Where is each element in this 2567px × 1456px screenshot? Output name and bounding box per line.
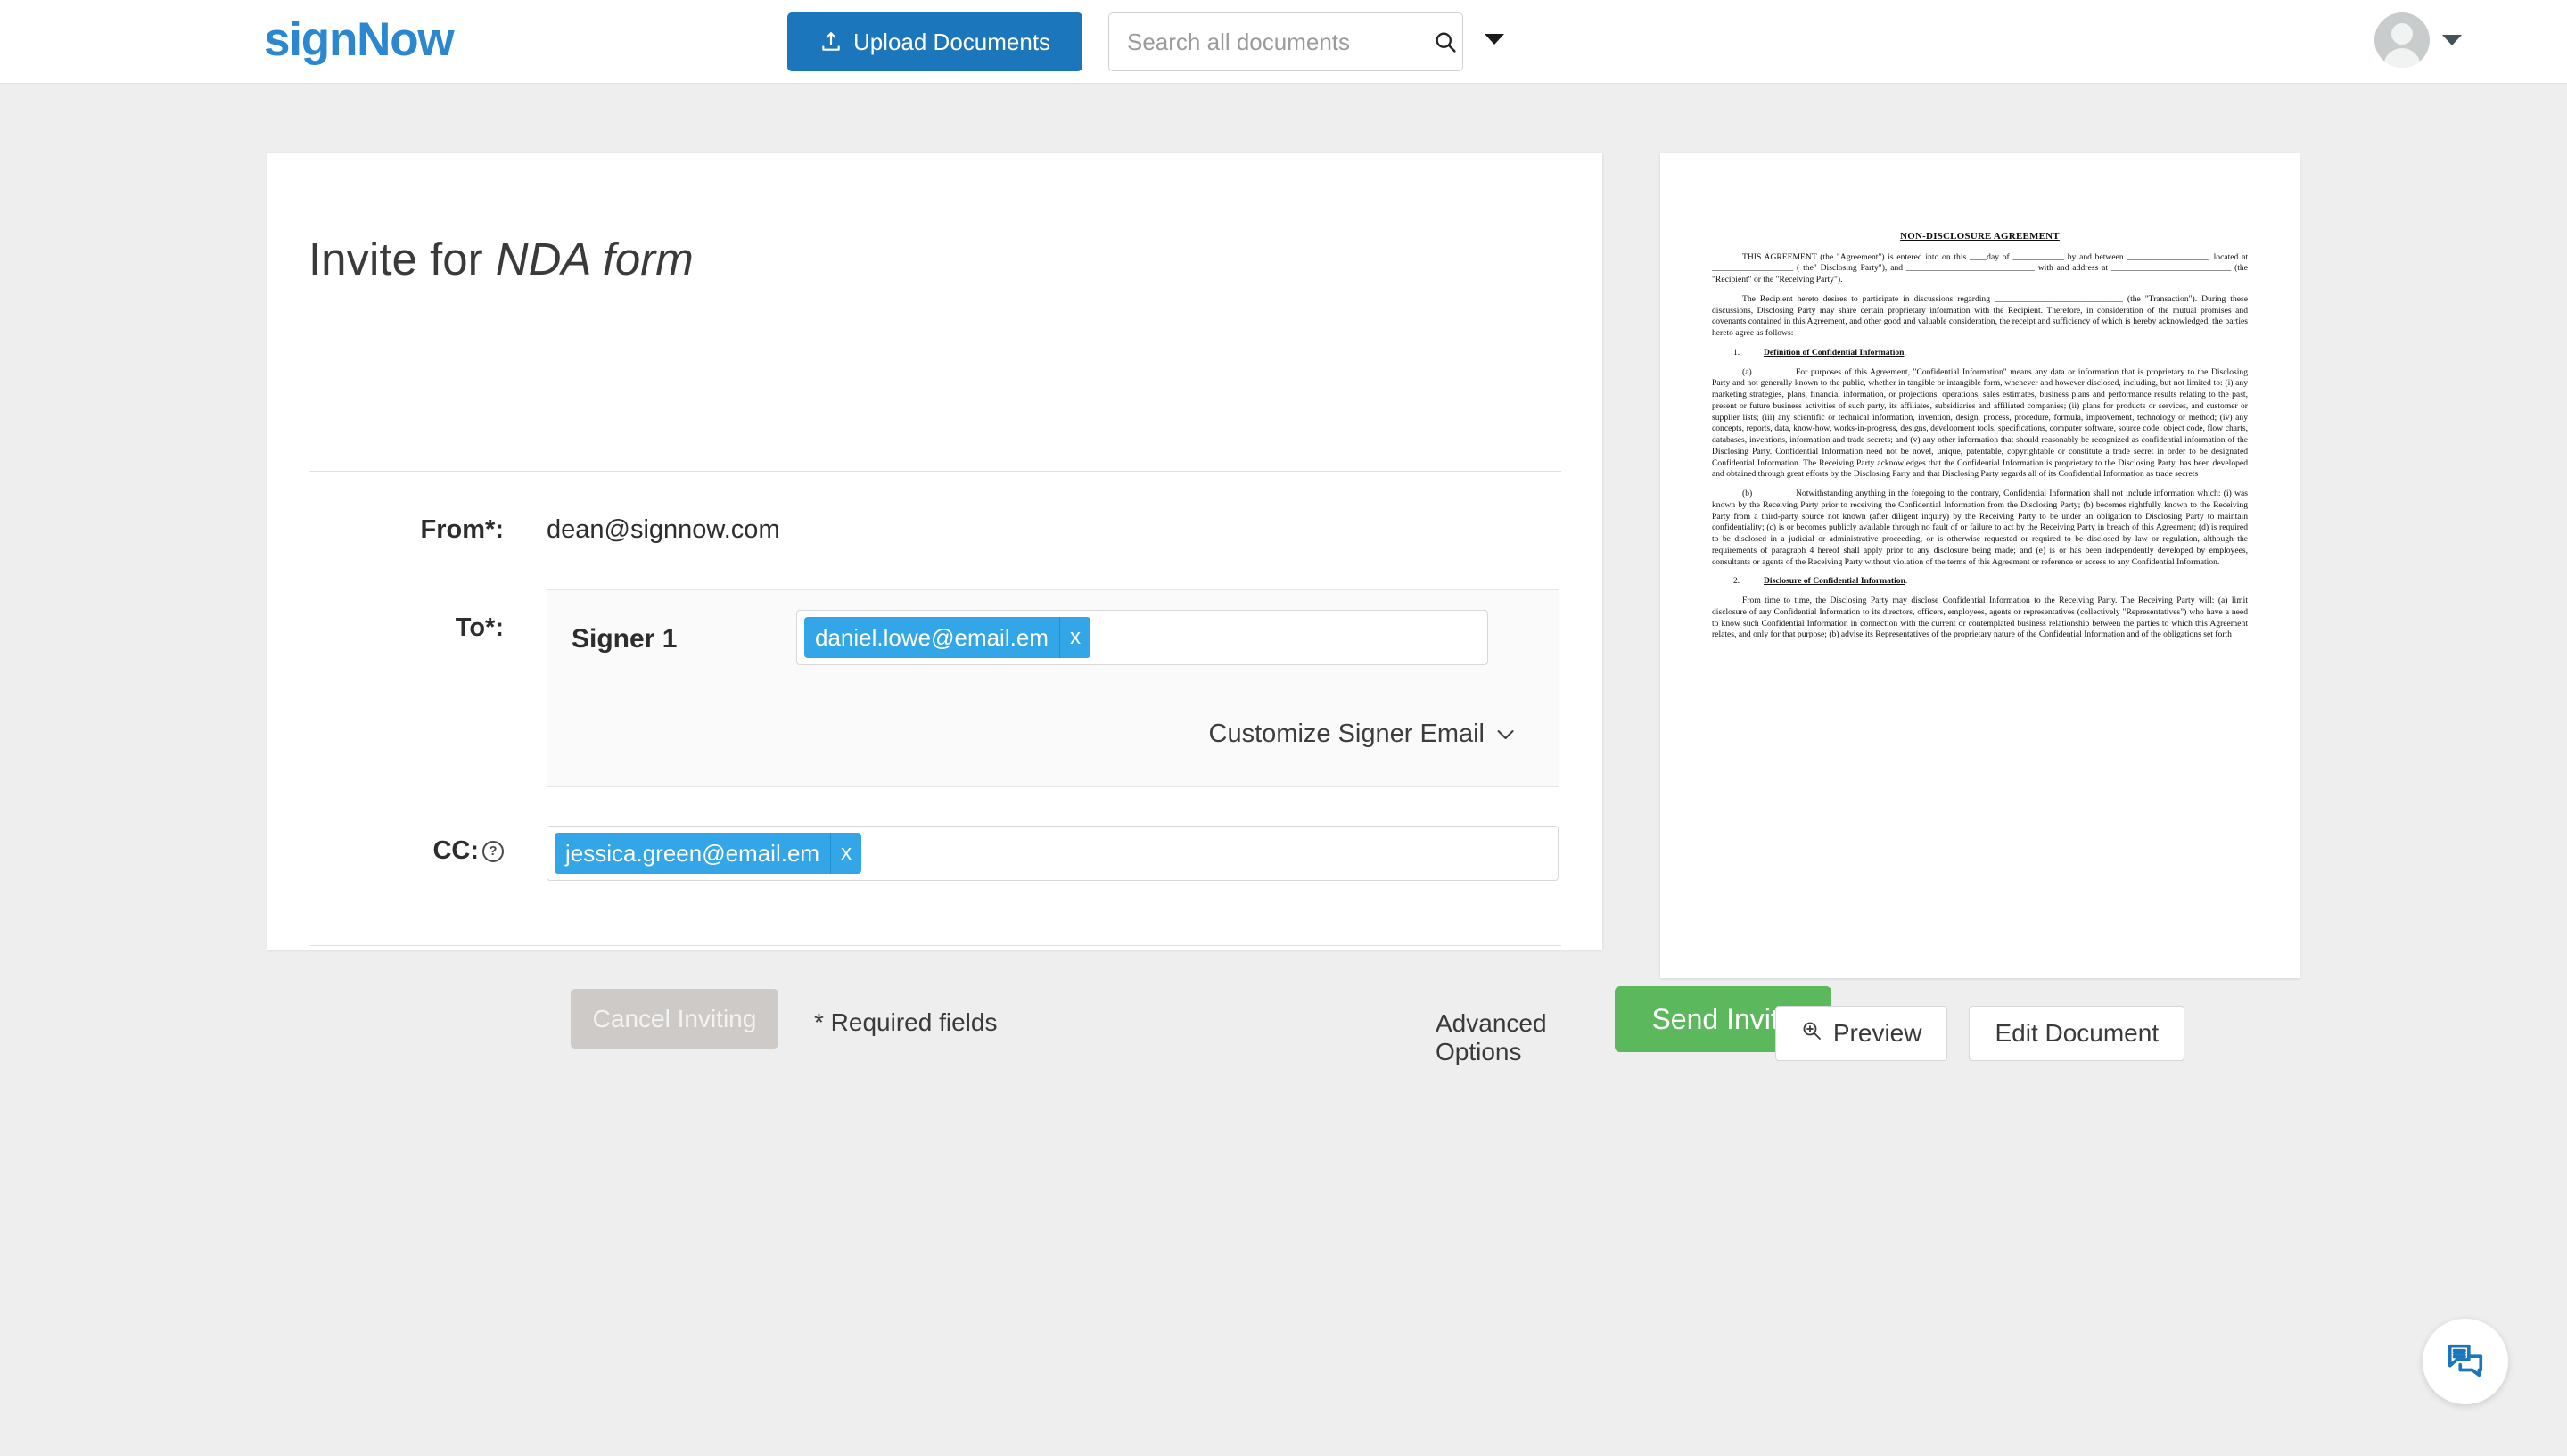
divider-top (309, 471, 1561, 472)
signer-1-email-remove-icon[interactable]: x (1058, 617, 1090, 658)
section-heading-period: . (1905, 576, 1908, 587)
document-section-heading: 2. Disclosure of Confidential Informatio… (1712, 576, 2248, 588)
section-number: 2. (1733, 576, 1740, 587)
invite-form-card: Invite for NDA form From*: dean@signnow.… (267, 153, 1831, 1065)
preview-button-label: Preview (1832, 1019, 1922, 1047)
document-page: NON-DISCLOSURE AGREEMENT THIS AGREEMENT … (1660, 153, 2300, 978)
required-fields-note: * Required fields (814, 1008, 998, 1036)
logo-text-sign: sign (264, 13, 358, 66)
subsection-text: Notwithstanding anything in the foregoin… (1712, 489, 2248, 567)
upload-documents-label: Upload Documents (852, 28, 1051, 55)
cc-label-group: CC: ? (267, 836, 504, 866)
advanced-options-link[interactable]: Advanced Options (1436, 1009, 1602, 1066)
upload-documents-button[interactable]: Upload Documents (787, 12, 1082, 71)
subsection-marker: (b) (1742, 489, 1753, 499)
customize-signer-email-toggle[interactable]: Customize Signer Email (1209, 720, 1517, 749)
edit-document-button-label: Edit Document (1995, 1019, 2160, 1047)
search-dropdown-caret-icon[interactable] (1485, 34, 1504, 45)
document-title: NON-DISCLOSURE AGREEMENT (1900, 231, 2060, 242)
logo-text-now: Now (357, 13, 454, 66)
top-navigation-bar: signNow Upload Documents (0, 0, 2567, 84)
document-action-buttons: Preview Edit Document (1660, 1006, 2300, 1061)
page-title-document-name: NDA form (495, 234, 694, 285)
signer-1-email-text: daniel.lowe@email.em (815, 623, 1049, 651)
document-paragraph: The Recipient hereto desires to particip… (1712, 293, 2248, 339)
search-icon[interactable] (1433, 29, 1458, 54)
divider-bottom (309, 945, 1561, 946)
chevron-down-icon[interactable] (2442, 35, 2462, 45)
document-paragraph: THIS AGREEMENT (the "Agreement") is ente… (1712, 251, 2248, 285)
document-subsection: (b) Notwithstanding anything in the foreg… (1712, 489, 2248, 568)
section-heading-text: Disclosure of Confidential Information (1764, 576, 1905, 587)
chat-support-button[interactable] (2423, 1319, 2508, 1404)
preview-button[interactable]: Preview (1774, 1006, 1948, 1061)
zoom-in-icon (1801, 1019, 1822, 1048)
customize-signer-email-label: Customize Signer Email (1208, 720, 1485, 748)
avatar (2374, 12, 2430, 68)
signnow-logo[interactable]: signNow (264, 12, 455, 67)
subsection-marker: (a) (1742, 366, 1752, 377)
page-title-prefix: Invite for (309, 234, 496, 285)
search-box[interactable] (1108, 12, 1463, 71)
from-label: From*: (420, 515, 504, 544)
to-panel: Signer 1 daniel.lowe@email.em x (547, 589, 1559, 787)
cancel-inviting-button[interactable]: Cancel Inviting (571, 989, 778, 1049)
signer-1-email-tag: daniel.lowe@email.em x (804, 617, 1090, 658)
section-number: 1. (1733, 347, 1740, 358)
edit-document-button[interactable]: Edit Document (1969, 1006, 2185, 1061)
section-heading-period: . (1904, 347, 1906, 358)
cc-email-field[interactable]: jessica.green@email.em x (547, 826, 1559, 881)
cc-email-text: jessica.green@email.em (565, 839, 820, 867)
chevron-down-icon (1495, 728, 1517, 742)
user-account-menu[interactable] (2374, 12, 2462, 68)
search-input[interactable] (1125, 27, 1427, 57)
cc-email-remove-icon[interactable]: x (830, 833, 861, 874)
document-subsection: (a) For purposes of this Agreement, "Conf… (1712, 367, 2248, 481)
section-heading-text: Definition of Confidential Information (1764, 347, 1905, 358)
signer-1-email-field[interactable]: daniel.lowe@email.em x (796, 610, 1488, 665)
document-paragraph: From time to time, the Disclosing Party … (1712, 596, 2248, 640)
subsection-text: For purposes of this Agreement, "Confide… (1712, 366, 2248, 480)
help-icon[interactable]: ? (482, 840, 504, 862)
signer-1-label: Signer 1 (572, 624, 678, 654)
cc-label: CC: (432, 836, 479, 865)
to-label: To*: (455, 613, 504, 642)
chat-bubble-icon (2445, 1339, 2486, 1385)
from-value: dean@signnow.com (547, 515, 780, 544)
cc-email-tag: jessica.green@email.em x (555, 833, 862, 874)
document-section-heading: 1. Definition of Confidential Informatio… (1712, 348, 2248, 359)
upload-icon (819, 30, 843, 53)
document-preview-card[interactable]: NON-DISCLOSURE AGREEMENT THIS AGREEMENT … (1660, 153, 2300, 978)
page-title: Invite for NDA form (309, 233, 694, 285)
